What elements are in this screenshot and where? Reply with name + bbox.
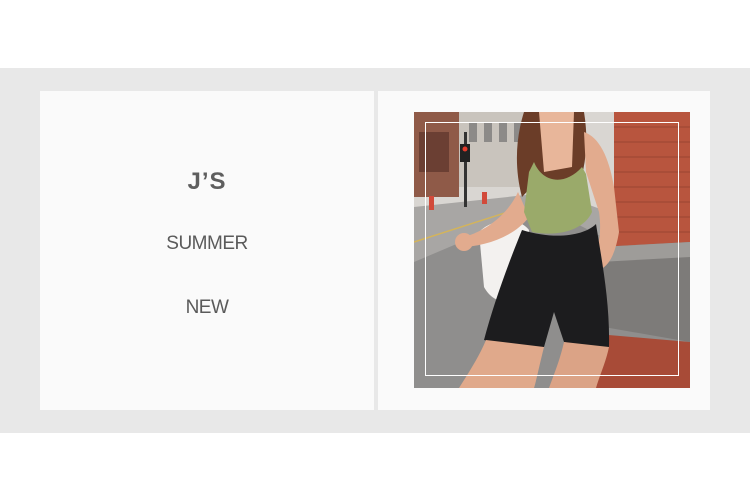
text-card-content: J’S SUMMER NEW [40, 91, 374, 410]
new-label: NEW [185, 297, 229, 318]
brand-logo-text: J’S [187, 168, 227, 195]
summer-label: SUMMER [166, 233, 248, 254]
model-photo [414, 112, 690, 388]
